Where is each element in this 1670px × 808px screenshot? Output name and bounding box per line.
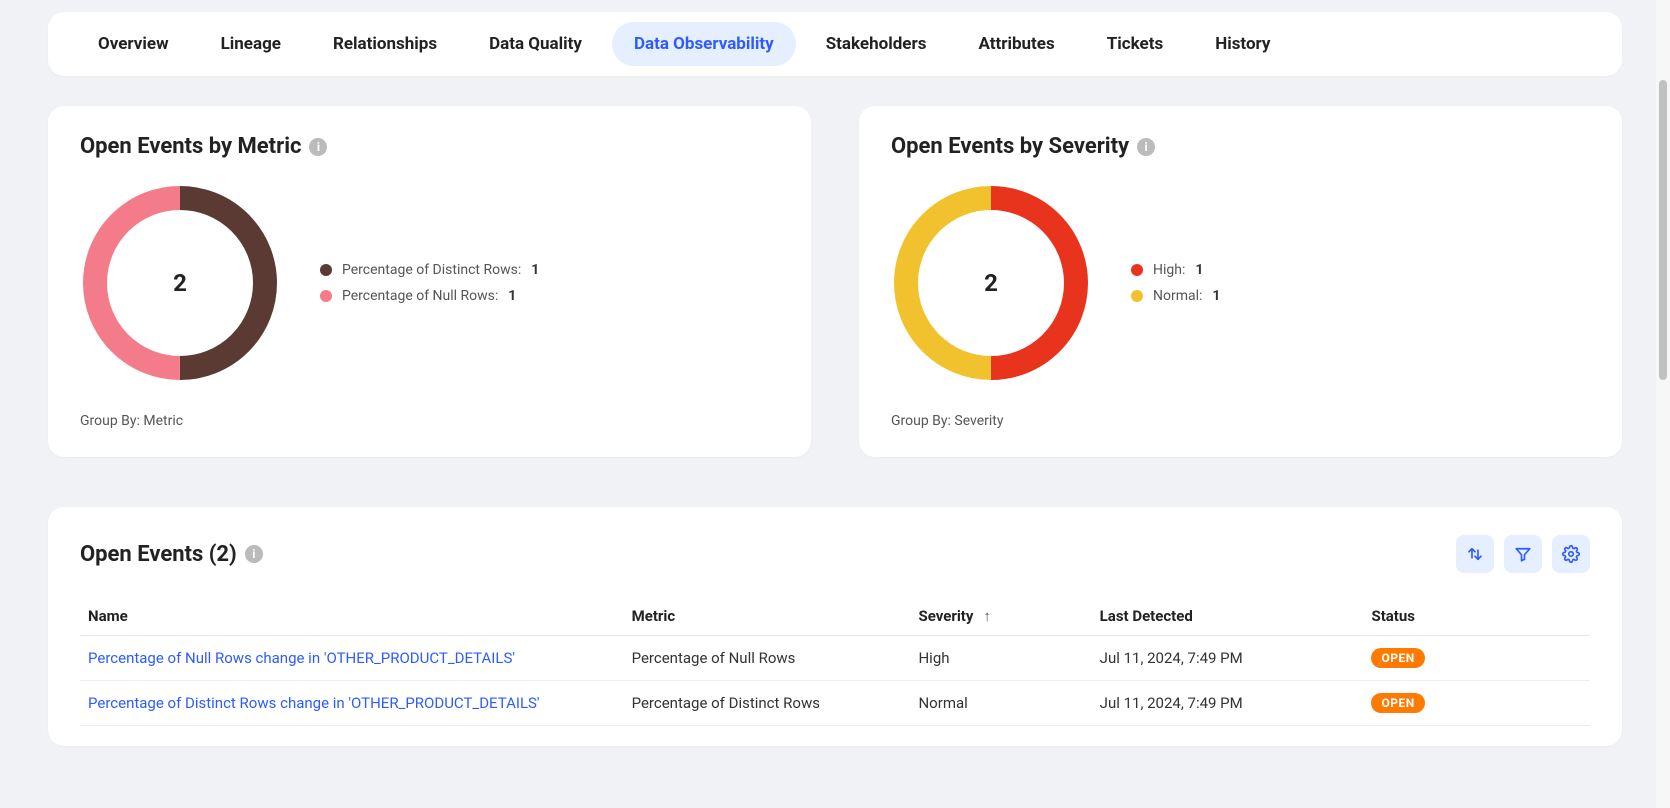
group-by-label: Group By: Severity xyxy=(891,413,1590,429)
legend-value: 1 xyxy=(1195,262,1203,278)
tab-attributes[interactable]: Attributes xyxy=(956,22,1076,66)
gear-icon xyxy=(1562,545,1580,563)
card-title-text: Open Events by Severity xyxy=(891,134,1129,159)
info-icon[interactable]: i xyxy=(1137,138,1155,156)
open-events-table: NameMetricSeverity↑Last DetectedStatus P… xyxy=(80,597,1590,726)
open-events-by-metric-card: Open Events by Metric i 2 Percentage of … xyxy=(48,106,811,457)
event-status: OPEN xyxy=(1363,681,1590,726)
table-action-buttons xyxy=(1456,535,1590,573)
tab-relationships[interactable]: Relationships xyxy=(311,22,459,66)
filter-icon xyxy=(1514,545,1532,563)
sort-ascending-icon: ↑ xyxy=(983,607,991,625)
severity-legend: High: 1Normal: 1 xyxy=(1131,252,1220,314)
column-header-status[interactable]: Status xyxy=(1363,597,1590,636)
filter-button[interactable] xyxy=(1504,535,1542,573)
status-badge: OPEN xyxy=(1371,648,1424,668)
table-row: Percentage of Distinct Rows change in 'O… xyxy=(80,681,1590,726)
tab-data-quality[interactable]: Data Quality xyxy=(467,22,604,66)
donut-center-value: 2 xyxy=(891,183,1091,383)
legend-item: Normal: 1 xyxy=(1131,288,1220,304)
sort-arrows-icon xyxy=(1466,545,1484,563)
tab-data-observability[interactable]: Data Observability xyxy=(612,22,796,66)
metric-donut-chart: 2 xyxy=(80,183,280,383)
legend-item: Percentage of Null Rows: 1 xyxy=(320,288,539,304)
event-severity: Normal xyxy=(910,681,1091,726)
legend-label: Percentage of Null Rows: xyxy=(342,288,498,304)
open-events-by-severity-card: Open Events by Severity i 2 High: 1Norma… xyxy=(859,106,1622,457)
card-title: Open Events by Severity i xyxy=(891,134,1155,159)
event-severity: High xyxy=(910,636,1091,681)
event-last-detected: Jul 11, 2024, 7:49 PM xyxy=(1092,681,1364,726)
event-name-link[interactable]: Percentage of Null Rows change in 'OTHER… xyxy=(80,636,624,681)
info-icon[interactable]: i xyxy=(245,545,263,563)
metric-legend: Percentage of Distinct Rows: 1Percentage… xyxy=(320,252,539,314)
tab-history[interactable]: History xyxy=(1193,22,1292,66)
legend-label: Normal: xyxy=(1153,288,1202,304)
scrollbar-track xyxy=(1656,0,1670,808)
event-status: OPEN xyxy=(1363,636,1590,681)
legend-dot-icon xyxy=(1131,264,1143,276)
scrollbar-thumb[interactable] xyxy=(1659,80,1667,380)
table-title: Open Events (2) i xyxy=(80,542,263,567)
event-name-link[interactable]: Percentage of Distinct Rows change in 'O… xyxy=(80,681,624,726)
legend-label: Percentage of Distinct Rows: xyxy=(342,262,521,278)
event-last-detected: Jul 11, 2024, 7:49 PM xyxy=(1092,636,1364,681)
legend-value: 1 xyxy=(1212,288,1220,304)
group-by-label: Group By: Metric xyxy=(80,413,779,429)
info-icon[interactable]: i xyxy=(309,138,327,156)
column-header-last-detected[interactable]: Last Detected xyxy=(1092,597,1364,636)
legend-dot-icon xyxy=(320,264,332,276)
event-metric: Percentage of Distinct Rows xyxy=(624,681,911,726)
column-header-name[interactable]: Name xyxy=(80,597,624,636)
table-header-row: NameMetricSeverity↑Last DetectedStatus xyxy=(80,597,1590,636)
tab-tickets[interactable]: Tickets xyxy=(1085,22,1185,66)
charts-row: Open Events by Metric i 2 Percentage of … xyxy=(48,106,1622,457)
legend-item: High: 1 xyxy=(1131,262,1220,278)
open-events-table-card: Open Events (2) i NameMetricSeverity↑Las… xyxy=(48,507,1622,746)
table-title-text: Open Events (2) xyxy=(80,542,237,567)
tab-lineage[interactable]: Lineage xyxy=(199,22,303,66)
column-header-metric[interactable]: Metric xyxy=(624,597,911,636)
tab-stakeholders[interactable]: Stakeholders xyxy=(804,22,949,66)
legend-dot-icon xyxy=(320,290,332,302)
sort-button[interactable] xyxy=(1456,535,1494,573)
card-title: Open Events by Metric i xyxy=(80,134,327,159)
donut-center-value: 2 xyxy=(80,183,280,383)
severity-donut-chart: 2 xyxy=(891,183,1091,383)
tabs-bar: OverviewLineageRelationshipsData Quality… xyxy=(48,12,1622,76)
tab-overview[interactable]: Overview xyxy=(76,22,191,66)
settings-button[interactable] xyxy=(1552,535,1590,573)
legend-label: High: xyxy=(1153,262,1185,278)
column-header-severity[interactable]: Severity↑ xyxy=(910,597,1091,636)
event-metric: Percentage of Null Rows xyxy=(624,636,911,681)
legend-item: Percentage of Distinct Rows: 1 xyxy=(320,262,539,278)
legend-dot-icon xyxy=(1131,290,1143,302)
legend-value: 1 xyxy=(508,288,516,304)
table-row: Percentage of Null Rows change in 'OTHER… xyxy=(80,636,1590,681)
legend-value: 1 xyxy=(531,262,539,278)
card-title-text: Open Events by Metric xyxy=(80,134,301,159)
status-badge: OPEN xyxy=(1371,693,1424,713)
